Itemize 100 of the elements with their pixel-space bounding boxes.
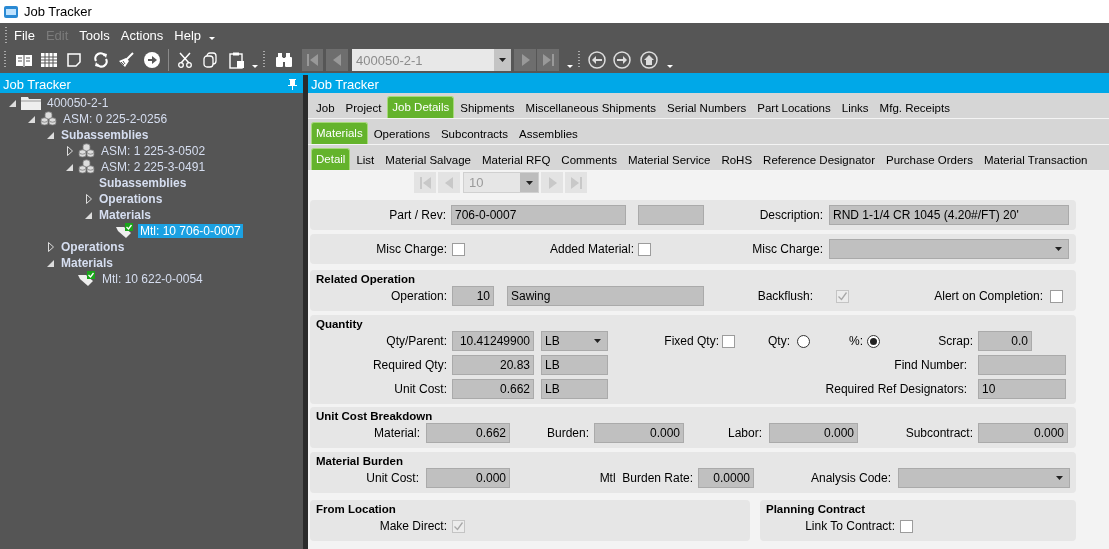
tab[interactable]: Shipments — [455, 97, 520, 118]
tab[interactable]: Reference Designator — [758, 149, 880, 170]
collapse-arrow-icon[interactable] — [65, 162, 75, 172]
scissors-icon[interactable] — [177, 52, 193, 68]
tree-item[interactable]: Operations — [59, 240, 127, 254]
text-field[interactable] — [978, 355, 1066, 375]
tab[interactable]: Material Salvage — [380, 149, 476, 170]
menu-item[interactable]: Help — [174, 27, 202, 43]
tab[interactable]: List — [351, 149, 380, 170]
caret-icon[interactable] — [252, 64, 258, 68]
field-label: Scrap: — [937, 334, 974, 348]
tree-item[interactable]: 400050-2-1 — [45, 96, 111, 110]
tab[interactable]: RoHS — [716, 149, 758, 170]
radio-button[interactable] — [797, 334, 810, 348]
back-icon[interactable] — [588, 51, 606, 69]
book-icon[interactable] — [15, 53, 33, 67]
tab[interactable]: Operations — [368, 123, 435, 144]
tab[interactable]: Part Locations — [752, 97, 836, 118]
text-field[interactable]: 0.0 — [978, 331, 1032, 351]
tree-item[interactable]: Operations — [97, 192, 165, 206]
tree-item[interactable]: ASM: 0 225-2-0256 — [61, 112, 170, 126]
caret-icon[interactable] — [667, 64, 673, 68]
text-field[interactable]: 0.662 — [426, 423, 510, 443]
text-field[interactable]: 0.0000 — [698, 468, 754, 488]
text-field[interactable]: 706-0-0007 — [451, 205, 626, 225]
tab[interactable]: Serial Numbers — [662, 97, 752, 118]
tab[interactable]: Material RFQ — [476, 149, 556, 170]
text-field[interactable]: 10 — [452, 286, 494, 306]
grid-icon[interactable] — [41, 53, 57, 67]
caret-icon[interactable] — [1055, 476, 1063, 480]
menu-item[interactable]: Actions — [120, 27, 164, 43]
tree-item[interactable]: ASM: 2 225-3-0491 — [99, 160, 208, 174]
tab[interactable]: Material Service — [622, 149, 716, 170]
checkbox[interactable] — [722, 334, 735, 348]
text-field[interactable]: 0.000 — [594, 423, 684, 443]
tab[interactable]: Mfg. Receipts — [874, 97, 955, 118]
expand-arrow-icon[interactable] — [84, 194, 94, 204]
text-field[interactable]: 10 — [978, 379, 1066, 399]
tab[interactable]: Project — [340, 97, 387, 118]
dropdown-field[interactable] — [829, 239, 1069, 259]
text-field[interactable]: RND 1-1/4 CR 1045 (4.20#/FT) 20' — [829, 205, 1069, 225]
checkbox[interactable] — [1050, 289, 1063, 303]
text-field[interactable]: 0.000 — [769, 423, 858, 443]
tree-item[interactable]: Materials — [97, 208, 154, 222]
expand-arrow-icon[interactable] — [46, 242, 56, 252]
tree-item[interactable]: Subassemblies — [97, 176, 189, 190]
text-field[interactable]: 0.662 — [452, 379, 534, 399]
tab[interactable]: Job — [311, 97, 340, 118]
binoculars-icon[interactable] — [275, 52, 293, 68]
dropdown-field[interactable]: LB — [541, 331, 608, 351]
tree-item[interactable]: Mtl: 10 622-0-0054 — [100, 272, 205, 286]
tab[interactable]: Miscellaneous Shipments — [520, 97, 661, 118]
tab[interactable]: Purchase Orders — [880, 149, 978, 170]
collapse-arrow-icon[interactable] — [84, 210, 94, 220]
text-field[interactable]: LB — [541, 355, 608, 375]
text-field[interactable]: 10.41249900 — [452, 331, 534, 351]
dropdown-field[interactable] — [898, 468, 1070, 488]
note-icon[interactable] — [67, 53, 81, 67]
collapse-arrow-icon[interactable] — [46, 130, 56, 140]
collapse-arrow-icon[interactable] — [46, 258, 56, 268]
caret-icon[interactable] — [1054, 247, 1062, 251]
refresh-icon[interactable] — [93, 52, 109, 68]
caret-icon[interactable] — [499, 58, 506, 62]
tree-item[interactable]: ASM: 1 225-3-0502 — [99, 144, 208, 158]
text-field[interactable]: 0.000 — [978, 423, 1068, 443]
collapse-arrow-icon[interactable] — [8, 98, 18, 108]
collapse-arrow-icon[interactable] — [27, 114, 37, 124]
field-label: Misc Charge: — [751, 242, 824, 256]
pin-icon[interactable] — [288, 78, 297, 90]
field-label: Part / Rev: — [388, 208, 447, 222]
arrow-circle-icon[interactable] — [144, 52, 160, 68]
broom-icon[interactable] — [118, 52, 134, 68]
forward-icon[interactable] — [613, 51, 631, 69]
caret-icon[interactable] — [525, 180, 533, 185]
text-field[interactable]: Sawing — [507, 286, 704, 306]
menu-item[interactable]: File — [14, 27, 35, 43]
tree-item[interactable]: Materials — [59, 256, 116, 270]
radio-button[interactable] — [867, 334, 880, 348]
caret-icon[interactable] — [567, 64, 573, 68]
tree-item[interactable]: Subassemblies — [59, 128, 151, 142]
tab[interactable]: Assemblies — [514, 123, 583, 144]
tab[interactable]: Comments — [556, 149, 622, 170]
tab[interactable]: Links — [836, 97, 874, 118]
caret-icon[interactable] — [209, 36, 216, 40]
clipboard-icon[interactable] — [229, 51, 245, 69]
text-field[interactable] — [638, 205, 704, 225]
checkbox[interactable] — [452, 242, 465, 256]
tab[interactable]: Subcontracts — [435, 123, 514, 144]
text-field[interactable]: LB — [541, 379, 608, 399]
tab[interactable]: Material Transaction — [978, 149, 1093, 170]
checkbox[interactable] — [900, 519, 913, 533]
expand-arrow-icon[interactable] — [65, 146, 75, 156]
copy-icon[interactable] — [203, 52, 217, 68]
text-field[interactable]: 0.000 — [426, 468, 510, 488]
caret-icon[interactable] — [593, 339, 601, 343]
checkbox[interactable] — [638, 242, 651, 256]
text-field[interactable]: 20.83 — [452, 355, 534, 375]
home-icon[interactable] — [640, 51, 658, 69]
tag-check-icon — [116, 223, 134, 239]
menu-item[interactable]: Tools — [79, 27, 110, 43]
